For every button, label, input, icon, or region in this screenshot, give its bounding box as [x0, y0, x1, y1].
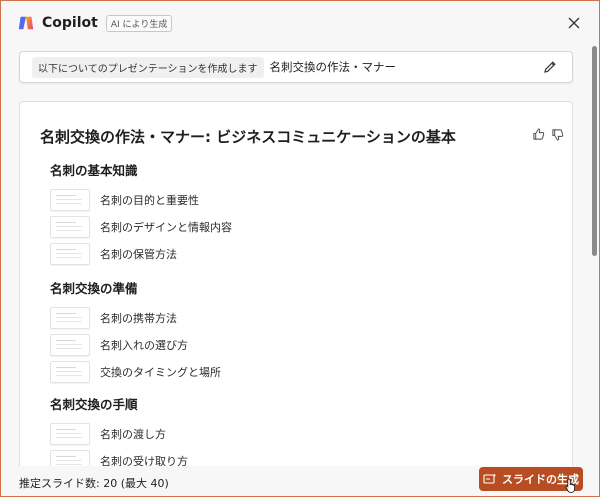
title-bar: Copilot AI により生成	[1, 1, 599, 45]
app-name: Copilot	[42, 15, 98, 31]
slide-title: 名刺のデザインと情報内容	[100, 220, 232, 234]
slide-title: 名刺の目的と重要性	[100, 193, 199, 207]
scrollbar-thumb[interactable]	[592, 46, 597, 256]
slide-thumbnail	[50, 215, 90, 238]
outline-title: 名刺交換の作法・マナー: ビジネスコミュニケーションの基本	[40, 128, 456, 146]
prompt-topic: 名刺交換の作法・マナー	[269, 60, 397, 74]
section-heading: 名刺の基本知識	[50, 163, 138, 178]
slide-thumbnail	[50, 188, 90, 211]
slide-thumbnail	[50, 242, 90, 265]
slide-count-estimate: 推定スライド数: 20 (最大 40)	[19, 477, 169, 490]
outline-section: 名刺の基本知識 名刺の目的と重要性 名刺のデザインと情報内容 名刺の保管方法	[50, 160, 232, 267]
slide-item[interactable]: 名刺の渡し方	[50, 420, 188, 447]
section-heading: 名刺交換の手順	[50, 397, 138, 412]
copilot-dialog: Copilot AI により生成 以下についてのプレゼンテーションを作成します …	[0, 0, 600, 497]
slide-title: 名刺入れの選び方	[100, 338, 188, 352]
outline-section: 名刺交換の準備 名刺の携帯方法 名刺入れの選び方 交換のタイミングと場所	[50, 278, 221, 385]
slide-item[interactable]: 名刺の保管方法	[50, 240, 232, 267]
slide-item[interactable]: 名刺の携帯方法	[50, 304, 221, 331]
slide-title: 名刺の渡し方	[100, 427, 166, 441]
prompt-prefix: 以下についてのプレゼンテーションを作成します	[32, 56, 264, 78]
slide-thumbnail	[50, 422, 90, 445]
thumbs-up-icon[interactable]	[532, 126, 545, 140]
slide-thumbnail	[50, 333, 90, 356]
slide-item[interactable]: 交換のタイミングと場所	[50, 358, 221, 385]
slide-thumbnail	[50, 360, 90, 383]
copilot-logo	[18, 16, 34, 30]
section-heading: 名刺交換の準備	[50, 281, 138, 296]
prompt-bar: 以下についてのプレゼンテーションを作成します 名刺交換の作法・マナー	[19, 51, 573, 83]
close-button[interactable]	[565, 14, 583, 32]
outline-section: 名刺交換の手順 名刺の渡し方 名刺の受け取り方	[50, 394, 188, 472]
outline-card: 名刺交換の作法・マナー: ビジネスコミュニケーションの基本 名刺の基本知識 名刺…	[19, 101, 573, 473]
pencil-icon[interactable]	[542, 59, 558, 75]
slide-title: 名刺の保管方法	[100, 247, 177, 261]
slide-title: 交換のタイミングと場所	[100, 365, 221, 379]
slide-title: 名刺の携帯方法	[100, 311, 177, 325]
feedback-buttons	[532, 126, 564, 141]
slides-icon	[483, 473, 497, 484]
hand-cursor-icon	[565, 478, 575, 493]
footer: 推定スライド数: 20 (最大 40) スライドの生成	[1, 466, 599, 496]
close-icon	[568, 17, 580, 29]
slide-thumbnail	[50, 306, 90, 329]
slide-item[interactable]: 名刺入れの選び方	[50, 331, 221, 358]
slide-item[interactable]: 名刺のデザインと情報内容	[50, 213, 232, 240]
thumbs-down-icon[interactable]	[551, 126, 564, 141]
slide-item[interactable]: 名刺の目的と重要性	[50, 186, 232, 213]
ai-generated-badge: AI により生成	[105, 14, 173, 32]
